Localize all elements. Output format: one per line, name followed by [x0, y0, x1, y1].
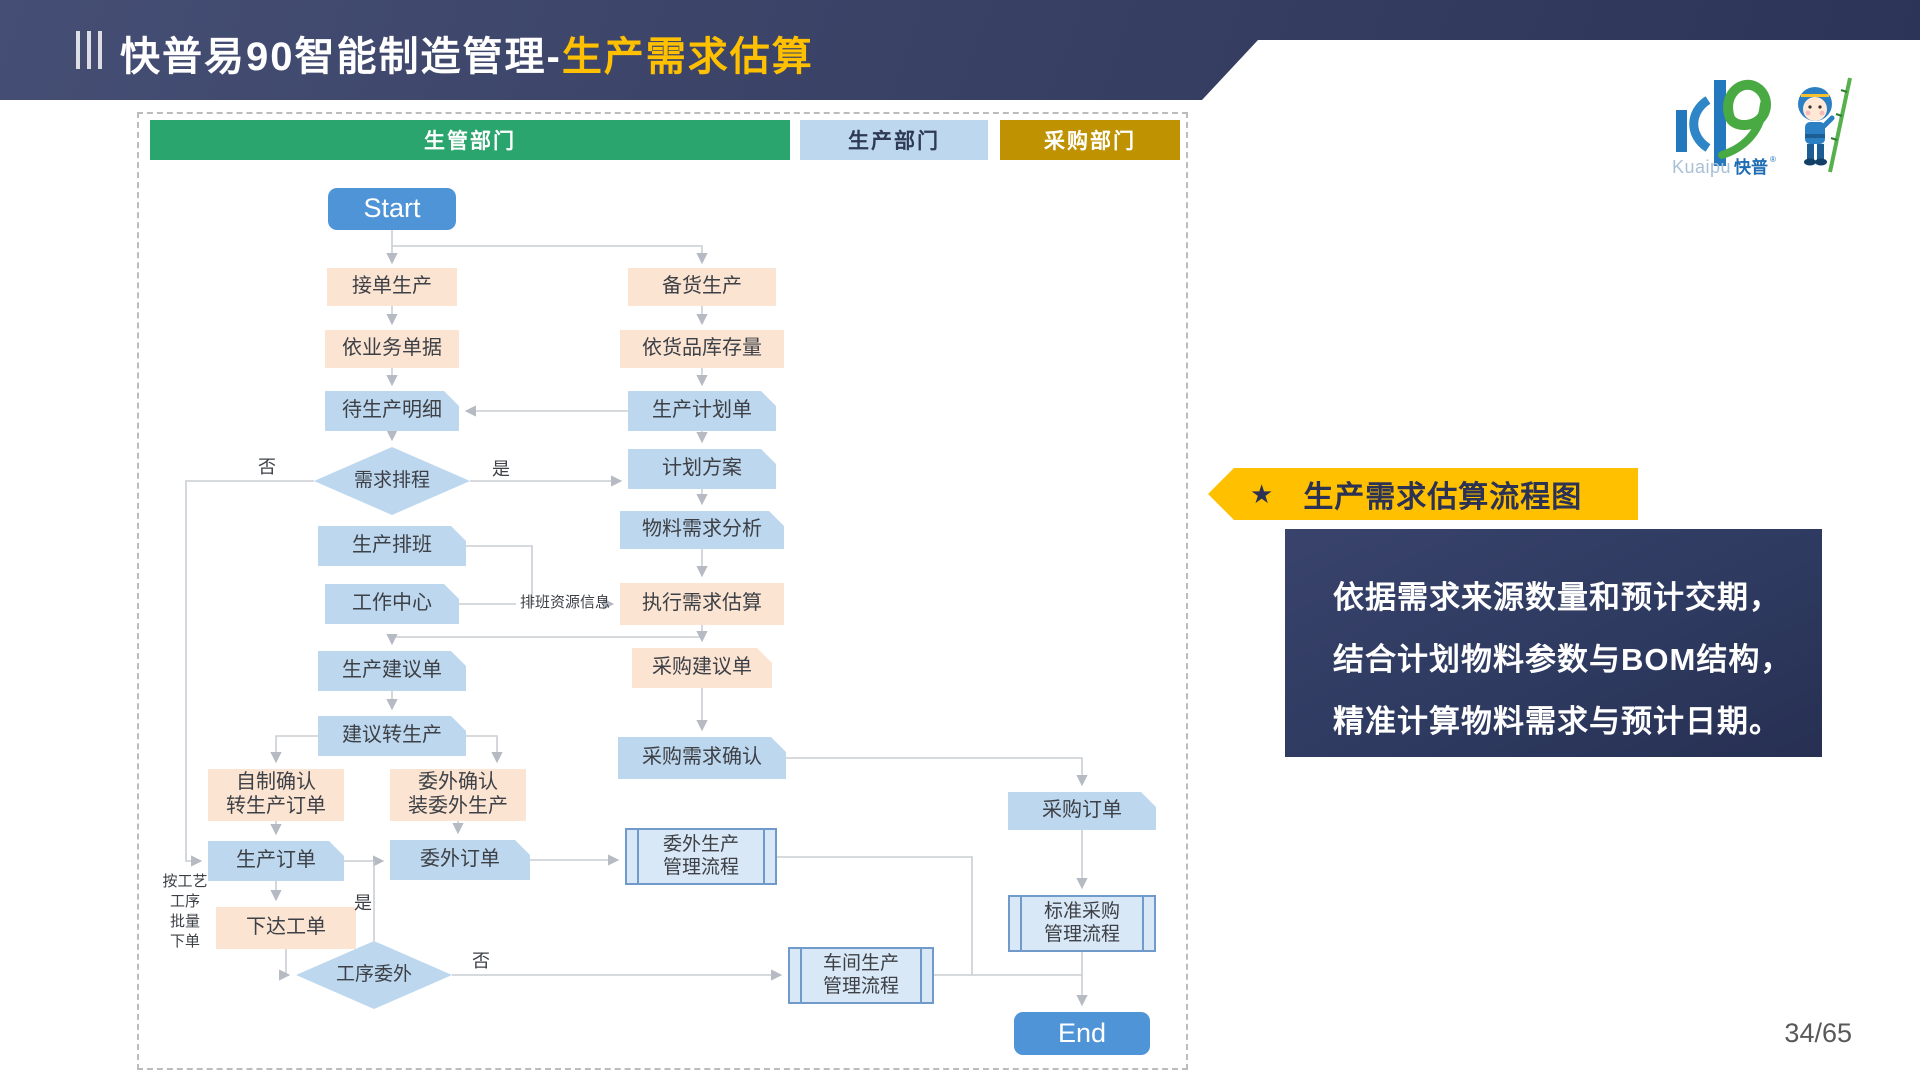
slide: 快普易90智能制造管理-生产需求估算 Kuaipu 快普 ®	[0, 0, 1920, 1080]
label-no-scheduling: 否	[258, 458, 276, 478]
node-purchase-demand-confirm: 采购需求确认	[618, 737, 786, 779]
callout-line: 精准计算物料需求与预计日期。	[1333, 691, 1822, 753]
page-title-prefix: 快普易90智能制造管理-	[120, 35, 562, 79]
node-release-work-order: 下达工单	[216, 907, 356, 949]
subprocess-workshop-production: 车间生产 管理流程	[788, 947, 934, 1004]
title-bars-icon	[76, 31, 102, 69]
node-pending-production-detail: 待生产明细	[325, 391, 459, 431]
kp-monogram-icon	[1676, 80, 1766, 166]
node-production-plan: 生产计划单	[628, 391, 776, 431]
node-make-to-stock: 备货生产	[628, 268, 776, 306]
node-start: Start	[328, 188, 456, 230]
node-purchase-order: 采购订单	[1008, 792, 1156, 830]
label-yes-scheduling: 是	[492, 460, 510, 480]
callout-banner-title: 生产需求估算流程图	[1303, 472, 1582, 516]
page-title-highlight: 生产需求估算	[562, 35, 814, 79]
node-by-business-docs: 依业务单据	[325, 330, 459, 368]
page-number: 34/65	[1784, 1018, 1852, 1049]
logo-latin-text: Kuaipu	[1672, 157, 1731, 177]
subprocess-outsource-production: 委外生产 管理流程	[625, 828, 777, 885]
label-yes-outsourcing: 是	[354, 894, 372, 914]
node-self-make-confirm: 自制确认 转生产订单	[208, 769, 344, 821]
node-production-order: 生产订单	[208, 841, 344, 881]
dept-header-purchasing: 采购部门	[1000, 120, 1180, 160]
callout-body: 依据需求来源数量和预计交期， 结合计划物料参数与BOM结构， 精准计算物料需求与…	[1285, 529, 1822, 757]
callout-line: 依据需求来源数量和预计交期，	[1333, 567, 1822, 629]
label-work-order-note: 按工艺 工序 批量 下单	[158, 872, 212, 952]
node-production-proposal: 生产建议单	[318, 651, 466, 691]
logo-reg-mark: ®	[1770, 155, 1776, 164]
label-schedule-resource-info: 排班资源信息	[520, 595, 610, 612]
node-production-shift: 生产排班	[318, 526, 466, 566]
node-proposal-to-production: 建议转生产	[318, 716, 466, 756]
node-by-inventory: 依货品库存量	[620, 330, 784, 368]
node-purchase-proposal: 采购建议单	[632, 648, 772, 688]
brand-logo: Kuaipu 快普 ®	[1672, 74, 1872, 178]
callout-line: 结合计划物料参数与BOM结构，	[1333, 629, 1822, 691]
node-work-center: 工作中心	[325, 584, 459, 624]
node-outsource-order: 委外订单	[390, 840, 530, 880]
star-icon: ★	[1250, 479, 1273, 510]
node-plan-scheme: 计划方案	[628, 449, 776, 489]
node-end: End	[1014, 1012, 1150, 1055]
node-material-requirement-analysis: 物料需求分析	[620, 511, 784, 549]
subprocess-standard-purchase: 标准采购 管理流程	[1008, 895, 1156, 952]
node-outsource-confirm: 委外确认 装委外生产	[390, 769, 526, 821]
page-title: 快普易90智能制造管理-生产需求估算	[120, 24, 814, 82]
header-band: 快普易90智能制造管理-生产需求估算	[0, 0, 1920, 100]
node-make-to-order: 接单生产	[327, 268, 457, 306]
node-run-demand-estimation: 执行需求估算	[620, 583, 784, 625]
mascot-icon	[1798, 78, 1850, 172]
logo-cjk-text: 快普	[1734, 157, 1768, 177]
dept-header-production-control: 生管部门	[150, 120, 790, 160]
callout-banner: ★ 生产需求估算流程图	[1208, 468, 1638, 520]
label-no-outsourcing: 否	[472, 952, 490, 972]
dept-header-production: 生产部门	[800, 120, 988, 160]
